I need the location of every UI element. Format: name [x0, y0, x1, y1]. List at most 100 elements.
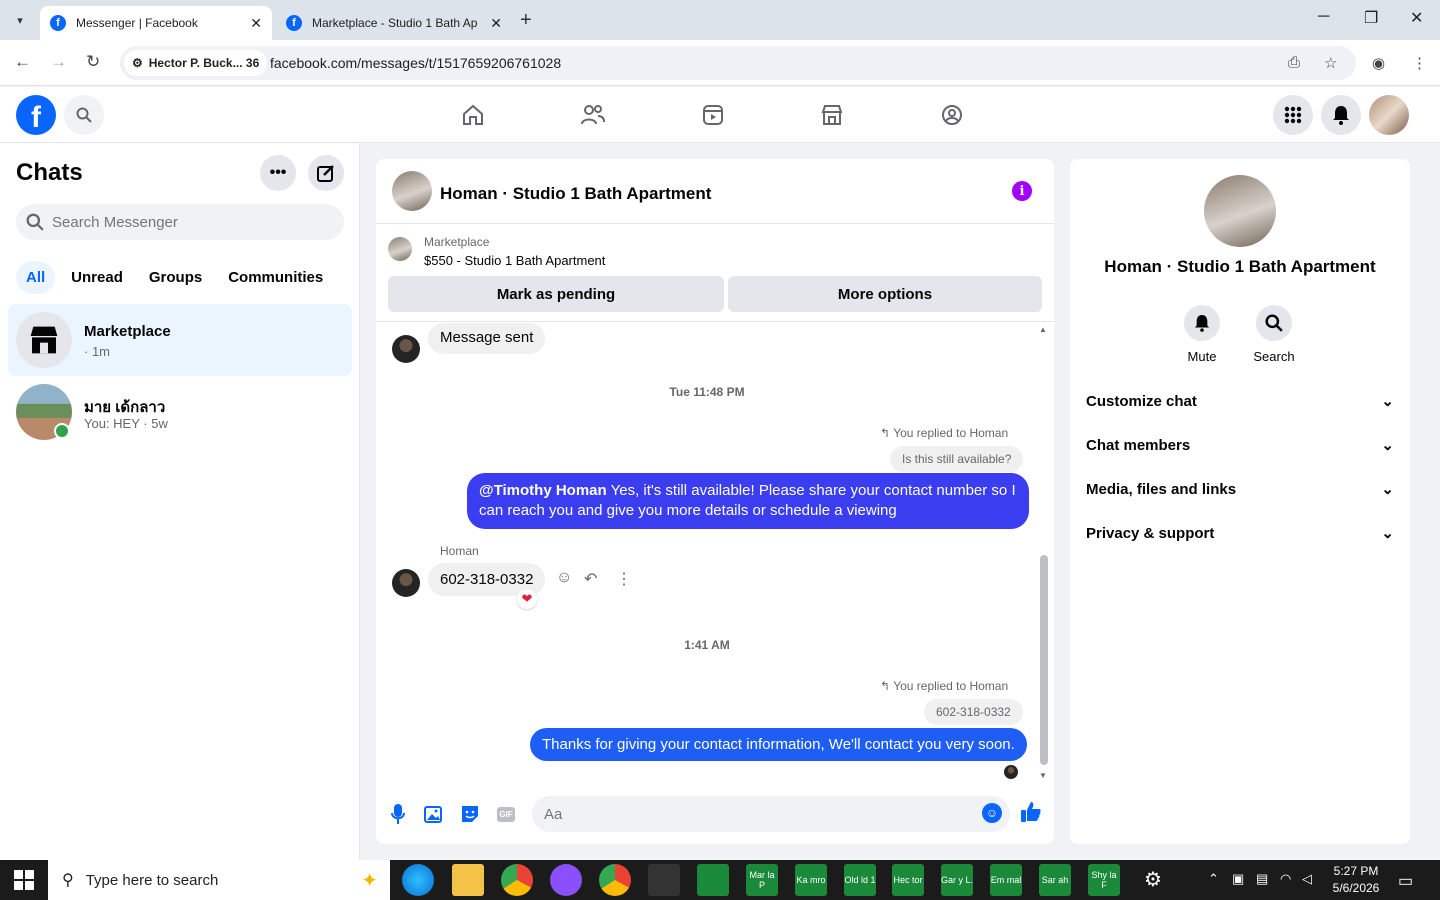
tab-marketplace[interactable]: f Marketplace - Studio 1 Bath Ap ✕ — [276, 6, 512, 40]
filter-all[interactable]: All — [16, 261, 56, 294]
network-icon[interactable]: ▤ — [1256, 871, 1268, 887]
mark-as-pending-button[interactable]: Mark as pending — [388, 276, 724, 312]
notification-center-icon[interactable]: ▭ — [1398, 871, 1413, 891]
install-app-icon[interactable]: ⎙ — [1288, 54, 1300, 71]
minimize-button[interactable]: ─ — [1318, 8, 1329, 26]
chrome-profile-app-icon[interactable] — [599, 864, 631, 896]
friends-nav-icon[interactable] — [579, 101, 607, 129]
start-button[interactable] — [14, 870, 34, 890]
taskbar-search[interactable]: ⚲ Type here to search ✦ — [48, 860, 390, 900]
sticker-icon[interactable] — [459, 803, 481, 825]
taskbar-app[interactable]: Hec tor — [892, 864, 924, 896]
filter-unread[interactable]: Unread — [61, 261, 133, 294]
video-nav-icon[interactable] — [699, 101, 727, 129]
url-text[interactable]: facebook.com/messages/t/1517659206761028 — [270, 55, 561, 71]
quoted-message[interactable]: Is this still available? — [890, 446, 1024, 472]
site-info-chip[interactable]: ⚙ Hector P. Buck... 36 — [124, 50, 268, 76]
meet-icon[interactable]: ▣ — [1232, 871, 1244, 887]
messenger-search[interactable] — [16, 204, 344, 240]
tab-search-dropdown[interactable]: ▾ — [8, 8, 32, 32]
info-icon[interactable]: i — [1012, 181, 1032, 201]
notifications-button[interactable] — [1321, 95, 1361, 135]
listing-title[interactable]: $550 - Studio 1 Bath Apartment — [424, 253, 605, 268]
facebook-search-button[interactable] — [64, 95, 104, 135]
more-actions-icon[interactable]: ⋮ — [616, 569, 632, 589]
new-message-button[interactable] — [308, 155, 344, 191]
back-button[interactable]: ← — [14, 52, 31, 72]
message-bubble-outgoing[interactable]: Thanks for giving your contact informati… — [530, 728, 1027, 761]
file-explorer-app-icon[interactable] — [452, 864, 484, 896]
section-chat-members[interactable]: Chat members ⌄ — [1086, 427, 1394, 463]
react-emoji-icon[interactable]: ☺ — [556, 569, 572, 587]
message-thread[interactable]: ▲ ▼ Message sent Tue 11:48 PM ↰ You repl… — [376, 323, 1054, 785]
filter-communities[interactable]: Communities — [218, 261, 333, 294]
gaming-nav-icon[interactable] — [938, 101, 966, 129]
section-privacy-support[interactable]: Privacy & support ⌄ — [1086, 515, 1394, 551]
volume-icon[interactable]: ◁ — [1302, 871, 1312, 887]
clock[interactable]: 5:27 PM 5/6/2026 — [1326, 863, 1386, 897]
chat-item-marketplace[interactable]: Marketplace · 1m — [8, 304, 352, 376]
filter-groups[interactable]: Groups — [139, 261, 212, 294]
heart-reaction-icon[interactable]: ❤ — [517, 589, 537, 609]
homan-avatar[interactable] — [392, 569, 420, 597]
conversation-avatar-large[interactable] — [1204, 175, 1276, 247]
conversation-avatar[interactable] — [392, 171, 432, 211]
section-media-files-links[interactable]: Media, files and links ⌄ — [1086, 471, 1394, 507]
scroll-down-icon[interactable]: ▼ — [1039, 771, 1047, 780]
microphone-icon[interactable] — [387, 803, 409, 825]
close-window-button[interactable]: ✕ — [1410, 8, 1423, 28]
taskbar-app[interactable]: Em mal — [990, 864, 1022, 896]
taskbar-app[interactable]: Shy la F — [1088, 864, 1120, 896]
facebook-logo[interactable]: f — [16, 95, 56, 135]
search-conversation-button[interactable]: Search — [1244, 305, 1304, 364]
mute-button[interactable]: Mute — [1172, 305, 1232, 364]
reply-icon[interactable]: ↶ — [584, 569, 597, 589]
more-options-button[interactable]: More options — [728, 276, 1042, 312]
taskbar-app[interactable]: Old ld 1 — [844, 864, 876, 896]
emoji-icon[interactable]: ☺ — [982, 803, 1002, 823]
maximize-button[interactable]: ❐ — [1364, 8, 1378, 28]
chat-item-person[interactable]: มาย เด้กลาว You: HEY · 5w — [8, 376, 352, 448]
gif-icon[interactable]: GIF — [495, 803, 517, 825]
quoted-message[interactable]: 602-318-0332 — [924, 699, 1023, 725]
scroll-up-icon[interactable]: ▲ — [1039, 325, 1047, 334]
messenger-search-input[interactable] — [52, 213, 332, 231]
close-tab-icon[interactable]: ✕ — [490, 15, 502, 32]
taskbar-app[interactable]: Gar y L. — [941, 864, 973, 896]
taskbar-app[interactable]: Sar ah — [1039, 864, 1071, 896]
new-tab-button[interactable]: + — [520, 9, 532, 32]
home-nav-icon[interactable] — [459, 101, 487, 129]
account-avatar[interactable] — [1369, 95, 1409, 135]
message-bubble-incoming[interactable]: Message sent — [428, 323, 546, 354]
reload-button[interactable]: ↻ — [86, 52, 100, 72]
scrollbar-thumb[interactable] — [1040, 555, 1048, 765]
menu-kebab-icon[interactable]: ⋮ — [1412, 54, 1427, 72]
taskbar-app[interactable]: Mar la P — [746, 864, 778, 896]
chrome-app-icon[interactable] — [501, 864, 533, 896]
marketplace-nav-icon[interactable] — [818, 101, 846, 129]
edge-app-icon[interactable] — [402, 864, 434, 896]
menu-grid-button[interactable] — [1273, 95, 1313, 135]
message-bubble-outgoing[interactable]: @Timothy Homan Yes, it's still available… — [467, 473, 1029, 529]
chat-options-button[interactable]: ••• — [260, 155, 296, 191]
homan-avatar[interactable] — [392, 335, 420, 363]
show-hidden-icons[interactable]: ⌃ — [1208, 871, 1219, 887]
settings-gear-icon[interactable]: ⚙ — [1137, 864, 1169, 896]
photo-icon[interactable] — [423, 803, 445, 825]
taskbar-app[interactable]: Ka mro — [795, 864, 827, 896]
terminal-app-icon[interactable] — [648, 864, 680, 896]
forward-button[interactable]: → — [50, 52, 67, 72]
infinity-app-icon[interactable] — [697, 864, 729, 896]
messaging-app-icon[interactable] — [550, 864, 582, 896]
bookmark-star-icon[interactable]: ☆ — [1324, 54, 1337, 72]
tab-messenger[interactable]: f Messenger | Facebook ✕ — [40, 6, 272, 40]
close-tab-icon[interactable]: ✕ — [250, 15, 262, 32]
wifi-icon[interactable]: ◠ — [1280, 871, 1291, 887]
listing-thumbnail[interactable] — [388, 237, 412, 261]
conversation-title[interactable]: Homan · Studio 1 Bath Apartment — [440, 184, 711, 204]
mention-link[interactable]: @Timothy Homan — [479, 482, 607, 499]
address-bar[interactable]: ⚙ Hector P. Buck... 36 facebook.com/mess… — [120, 46, 1356, 80]
message-input[interactable] — [532, 796, 1010, 832]
profile-icon[interactable]: ◉ — [1372, 54, 1385, 72]
section-customize-chat[interactable]: Customize chat ⌄ — [1086, 383, 1394, 419]
